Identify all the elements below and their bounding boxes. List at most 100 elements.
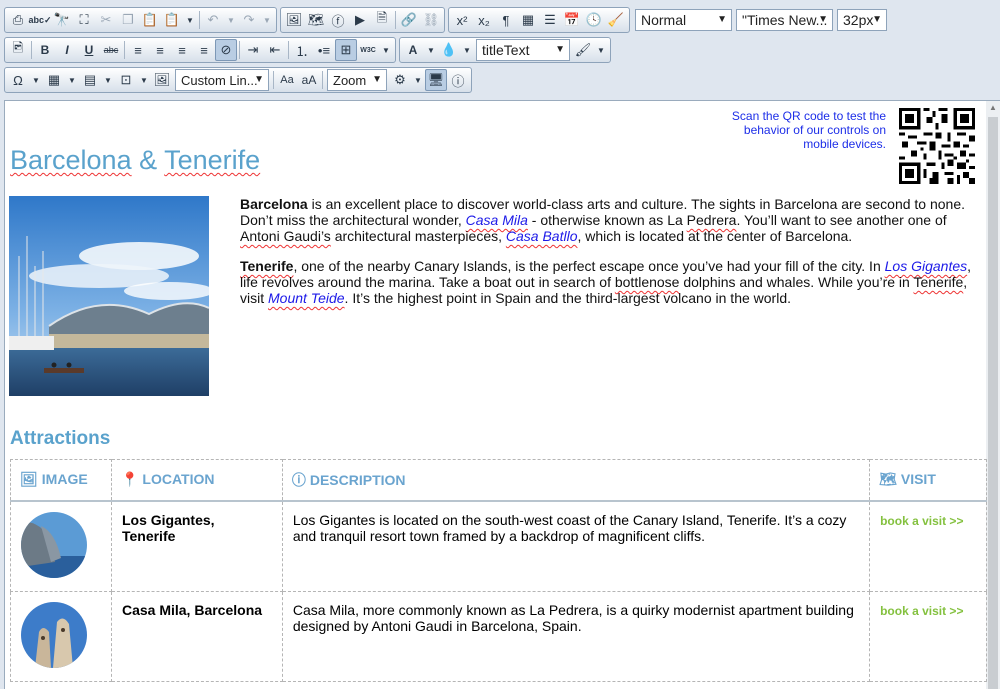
text-run: . You’ll want to see another one of xyxy=(736,212,947,228)
insert-media-icon[interactable]: ▶ xyxy=(349,9,371,31)
symbol-chevron-icon[interactable]: ▼ xyxy=(29,69,43,91)
image-map-icon[interactable]: 🗺 xyxy=(305,9,327,31)
validator-dropdown-chevron-icon[interactable]: ▼ xyxy=(379,39,393,61)
increase-size-button[interactable]: aA xyxy=(298,69,320,91)
image-cell xyxy=(10,500,112,592)
insert-date-icon[interactable]: 📅 xyxy=(561,9,583,31)
undo-dropdown-chevron-icon[interactable]: ▼ xyxy=(224,9,238,31)
location-cell: Casa Mila, Barcelona xyxy=(110,590,283,682)
align-right-icon[interactable]: ≡ xyxy=(171,39,193,61)
paste-special-icon[interactable]: 📋 xyxy=(161,9,183,31)
font-size-select[interactable]: 32px ▼ xyxy=(837,9,887,31)
los-gigantes-link[interactable]: Los Gigantes xyxy=(885,258,968,274)
toolbar-row-3: Ω ▼ ▦ ▼ ▤ ▼ ⊡ ▼ 🖼 Custom Lin... ▼ Aa aA … xyxy=(4,66,475,94)
font-name-value: "Times New... xyxy=(742,12,828,28)
show-borders-icon[interactable]: ⊞ xyxy=(335,39,357,61)
format-painter-chevron-icon[interactable]: ▼ xyxy=(594,39,608,61)
outdent-icon[interactable]: ⇤ xyxy=(264,39,286,61)
table-wizard-icon[interactable]: ▤ xyxy=(79,69,101,91)
indent-icon[interactable]: ⇥ xyxy=(242,39,264,61)
casa-mila-link[interactable]: Casa Mila xyxy=(466,212,528,228)
table-wizard-chevron-icon[interactable]: ▼ xyxy=(101,69,115,91)
casa-batllo-link[interactable]: Casa Batllo xyxy=(506,228,578,244)
bold-icon[interactable]: B xyxy=(34,39,56,61)
tenerife-paragraph: Tenerife, one of the nearby Canary Islan… xyxy=(240,258,975,306)
hyperlink-icon[interactable]: 🔗 xyxy=(398,9,420,31)
header-label: DESCRIPTION xyxy=(309,471,406,488)
editor-content-area[interactable]: ▲ Scan the QR code to test the behavior … xyxy=(4,100,1000,689)
font-color-icon[interactable]: A xyxy=(402,39,424,61)
align-left-icon[interactable]: ≡ xyxy=(127,39,149,61)
xhtml-validator-icon[interactable]: W3C xyxy=(357,39,379,61)
header-location: 📍 LOCATION xyxy=(110,459,283,502)
insert-image-icon[interactable]: 🖼 xyxy=(283,9,305,31)
redo-dropdown-chevron-icon[interactable]: ▼ xyxy=(260,9,274,31)
strikethrough-icon[interactable]: abc xyxy=(100,39,122,61)
template-chevron-icon[interactable]: ▼ xyxy=(137,69,151,91)
editor-toolbar: ⎙ abc✓ 🔭 ⛶ ✂ ❐ 📋 📋 ▼ ↶ ▼ ↷ ▼ 🖼 🗺 ⓕ ▶ 🗎 🔗… xyxy=(0,0,1000,98)
location-text: Los Gigantes, Tenerife xyxy=(121,511,215,544)
map-pin-icon: 📍 xyxy=(120,471,139,488)
css-class-value: titleText xyxy=(482,42,530,58)
custom-links-select[interactable]: Custom Lin... ▼ xyxy=(175,69,269,91)
title-ampersand: & xyxy=(131,145,165,175)
cut-icon[interactable]: ✂ xyxy=(95,9,117,31)
insert-time-icon[interactable]: 🕓 xyxy=(583,9,605,31)
header-label: IMAGE xyxy=(41,471,88,488)
print-icon[interactable]: ⎙ xyxy=(7,9,29,31)
image-manager-icon[interactable]: 🖻 xyxy=(7,39,29,61)
spellcheck-word: Pedrera xyxy=(686,212,737,228)
numbered-list-icon[interactable]: ⒈ xyxy=(291,39,313,61)
justify-icon[interactable]: ≡ xyxy=(193,39,215,61)
format-painter-icon[interactable]: 🖌 xyxy=(572,39,594,61)
image-icon[interactable]: 🖼 xyxy=(151,69,173,91)
undo-icon[interactable]: ↶ xyxy=(202,9,224,31)
insert-document-icon[interactable]: 🗎 xyxy=(371,9,393,31)
remove-alignment-icon[interactable]: ⊘ xyxy=(215,39,237,61)
about-info-icon[interactable]: ⓘ xyxy=(447,69,469,91)
insert-symbol-icon[interactable]: ▦ xyxy=(517,9,539,31)
unlink-icon[interactable]: ⛓ xyxy=(420,9,442,31)
toggle-screen-mode-icon[interactable]: 🖥 xyxy=(425,69,447,91)
css-class-select[interactable]: titleText ▼ xyxy=(476,39,570,61)
background-color-chevron-icon[interactable]: ▼ xyxy=(460,39,474,61)
scrollbar-thumb[interactable] xyxy=(988,117,998,689)
table-chevron-icon[interactable]: ▼ xyxy=(65,69,79,91)
find-icon[interactable]: 🔭 xyxy=(51,9,73,31)
redo-icon[interactable]: ↷ xyxy=(238,9,260,31)
modules-chevron-icon[interactable]: ▼ xyxy=(411,69,425,91)
template-icon[interactable]: ⊡ xyxy=(115,69,137,91)
book-visit-link[interactable]: book a visit >> xyxy=(880,604,963,618)
vertical-scrollbar[interactable]: ▲ xyxy=(986,101,1000,689)
mount-teide-link[interactable]: Mount Teide xyxy=(268,290,345,306)
paragraph-icon[interactable]: ¶ xyxy=(495,9,517,31)
paste-icon[interactable]: 📋 xyxy=(139,9,161,31)
spellcheck-icon[interactable]: abc✓ xyxy=(28,9,51,31)
visit-cell: book a visit >> xyxy=(869,590,987,682)
superscript-icon[interactable]: x² xyxy=(451,9,473,31)
copy-icon[interactable]: ❐ xyxy=(117,9,139,31)
background-color-icon[interactable]: 💧 xyxy=(438,39,460,61)
font-color-chevron-icon[interactable]: ▼ xyxy=(424,39,438,61)
scroll-up-arrow-icon[interactable]: ▲ xyxy=(988,103,998,113)
toolbar-row-2: 🖻 B I U abc ≡ ≡ ≡ ≡ ⊘ ⇥ ⇤ ⒈ •≡ ⊞ W3C ▼ A… xyxy=(4,36,614,64)
symbol-omega-icon[interactable]: Ω xyxy=(7,69,29,91)
select-all-icon[interactable]: ⛶ xyxy=(73,9,95,31)
align-center-icon[interactable]: ≡ xyxy=(149,39,171,61)
paste-dropdown-chevron-icon[interactable]: ▼ xyxy=(183,9,197,31)
book-visit-link[interactable]: book a visit >> xyxy=(880,514,963,528)
decrease-size-button[interactable]: Aa xyxy=(276,69,298,91)
format-lines-icon[interactable]: ☰ xyxy=(539,9,561,31)
bullet-list-icon[interactable]: •≡ xyxy=(313,39,335,61)
zoom-select[interactable]: Zoom ▼ xyxy=(327,69,387,91)
insert-table-icon[interactable]: ▦ xyxy=(43,69,65,91)
modules-icon[interactable]: ⚙ xyxy=(389,69,411,91)
italic-icon[interactable]: I xyxy=(56,39,78,61)
font-name-select[interactable]: "Times New... ▼ xyxy=(736,9,833,31)
paragraph-format-select[interactable]: Normal ▼ xyxy=(635,9,732,31)
underline-icon[interactable]: U xyxy=(78,39,100,61)
subscript-icon[interactable]: x₂ xyxy=(473,9,495,31)
insert-flash-icon[interactable]: ⓕ xyxy=(327,9,349,31)
tenerife-bold: Tenerife xyxy=(240,258,294,274)
format-stripper-icon[interactable]: 🧹 xyxy=(605,9,627,31)
